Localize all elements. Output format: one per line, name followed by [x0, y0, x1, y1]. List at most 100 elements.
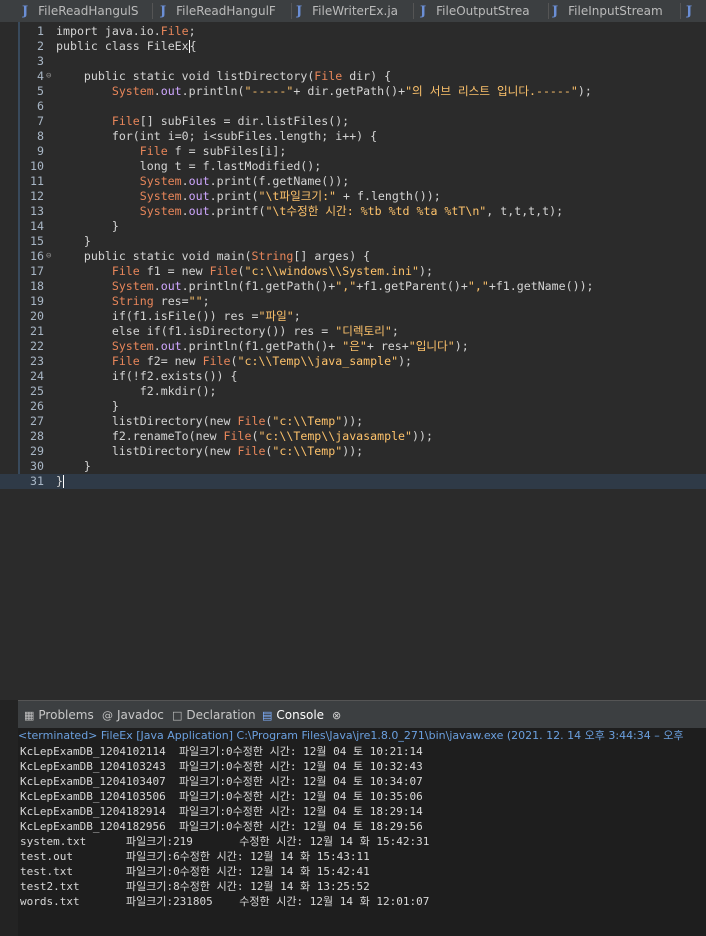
code-line: 8 for(int i=0; i<subFiles.length; i++) {	[0, 129, 706, 144]
code-line: 20 if(f1.isFile()) res ="파일";	[0, 309, 706, 324]
tab-console[interactable]: ▤ Console ⊗	[262, 707, 341, 723]
code-line: 28 f2.renameTo(new File("c:\\Temp\\javas…	[0, 429, 706, 444]
code-line: 26 }	[0, 399, 706, 414]
console-panel: ▦ Problems @ Javadoc □ Declaration ▤ Con…	[0, 700, 706, 936]
code-line: 13 System.out.printf("\t수정한 시간: %tb %td …	[0, 204, 706, 219]
tab-filereadhanguls[interactable]: J FileReadHangulS	[22, 0, 144, 22]
tab-label: Console	[276, 708, 325, 722]
console-icon: ▤	[262, 708, 273, 722]
console-line: KcLepExamDB_1204102114 파일크기:0수정한 시간: 12월…	[20, 745, 423, 758]
line-number: 27	[30, 414, 44, 428]
java-file-icon: J	[552, 3, 559, 19]
line-number: 23	[30, 354, 44, 368]
tab-javadoc[interactable]: @ Javadoc	[102, 707, 164, 723]
line-number: 31	[30, 474, 44, 488]
line-number: 26	[30, 399, 44, 413]
java-file-icon: J	[160, 3, 167, 19]
close-icon[interactable]: ⊗	[332, 709, 341, 722]
line-number: 15	[30, 234, 44, 248]
console-line: KcLepExamDB_1204103407 파일크기:0수정한 시간: 12월…	[20, 775, 423, 788]
code-text: String res="";	[111, 294, 210, 308]
console-line: KcLepExamDB_1204182956 파일크기:0수정한 시간: 12월…	[20, 820, 423, 833]
tab-fileoutputstream[interactable]: J FileOutputStrea	[420, 0, 546, 22]
code-line: 3	[0, 54, 706, 69]
java-file-icon: J	[420, 3, 427, 19]
view-tab-bar: ▦ Problems @ Javadoc □ Declaration ▤ Con…	[18, 700, 706, 729]
code-text: f2.renameTo(new File("c:\\Temp\\javasamp…	[56, 429, 433, 443]
tab-filereadhangulf[interactable]: J FileReadHangulF	[160, 0, 285, 22]
code-line: 29 listDirectory(new File("c:\\Temp"));	[0, 444, 706, 459]
problems-icon: ▦	[24, 708, 35, 722]
code-line: 25 f2.mkdir();	[0, 384, 706, 399]
line-number: 16	[30, 249, 44, 263]
line-number: 13	[30, 204, 44, 218]
line-number: 18	[30, 279, 44, 293]
code-line: 7 File[] subFiles = dir.listFiles();	[0, 114, 706, 129]
tab-problems[interactable]: ▦ Problems	[24, 707, 94, 723]
code-line: 31}	[0, 474, 706, 489]
java-file-icon: J	[22, 3, 29, 19]
line-number: 5	[37, 84, 44, 98]
code-line: 14 }	[0, 219, 706, 234]
java-file-icon: J	[296, 3, 303, 19]
code-line: 11 System.out.print(f.getName());	[0, 174, 706, 189]
code-editor[interactable]: 1 import java.io.File; 2 public class FileE…	[0, 22, 706, 700]
code-line: 18 System.out.println(f1.getPath()+","+f…	[0, 279, 706, 294]
console-line: test.out 파일크기:6수정한 시간: 12월 14 화 15:43:11	[20, 850, 370, 863]
code-line: 12 System.out.print("\t파일크기:" + f.length…	[0, 189, 706, 204]
code-text: public class FileEx{	[56, 39, 197, 53]
code-text: }	[56, 399, 119, 413]
line-number: 9	[37, 144, 44, 158]
code-text: if(!f2.exists()) {	[111, 369, 238, 383]
fold-toggle-icon[interactable]: ⊖	[46, 69, 51, 84]
code-line: 24 if(!f2.exists()) {	[0, 369, 706, 384]
fold-toggle-icon[interactable]: ⊖	[46, 249, 51, 264]
code-line: 17 File f1 = new File("c:\\windows\\Syst…	[0, 264, 706, 279]
code-line: 9 File f = subFiles[i];	[0, 144, 706, 159]
code-text: System.out.print(f.getName());	[139, 174, 350, 188]
code-text: File f1 = new File("c:\\windows\\System.…	[111, 264, 433, 278]
tab-label: FileReadHangulS	[38, 4, 139, 18]
code-text: System.out.println("-----"+ dir.getPath(…	[111, 84, 592, 98]
tab-label: Javadoc	[117, 708, 164, 722]
line-number: 25	[30, 384, 44, 398]
line-number: 1	[37, 24, 44, 38]
code-text: listDirectory(new File("c:\\Temp"));	[56, 444, 364, 458]
tab-filewriterex[interactable]: J FileWriterEx.ja	[296, 0, 414, 22]
line-number: 24	[30, 369, 44, 383]
tab-fileinputstream[interactable]: J FileInputStream	[552, 0, 678, 22]
tab-declaration[interactable]: □ Declaration	[172, 707, 256, 723]
line-number: 28	[30, 429, 44, 443]
code-line: 21 else if(f1.isDirectory()) res = "디렉토리…	[0, 324, 706, 339]
code-line: 30 }	[0, 459, 706, 474]
java-file-icon: J	[686, 3, 693, 19]
code-text: public static void main(String[] arges) …	[83, 249, 371, 263]
code-text: import java.io.File;	[56, 24, 196, 38]
tab-label: FileWriterEx.ja	[312, 4, 399, 18]
text-cursor	[62, 475, 64, 488]
code-line: 27 listDirectory(new File("c:\\Temp"));	[0, 414, 706, 429]
line-number: 20	[30, 309, 44, 323]
line-number: 14	[30, 219, 44, 233]
console-output[interactable]: KcLepExamDB_1204102114 파일크기:0수정한 시간: 12월…	[18, 743, 706, 936]
line-number: 7	[37, 114, 44, 128]
code-text: }	[56, 219, 119, 233]
tab-overflow[interactable]: J	[686, 0, 706, 22]
line-number: 12	[30, 189, 44, 203]
console-line: KcLepExamDB_1204103243 파일크기:0수정한 시간: 12월…	[20, 760, 423, 773]
line-number: 3	[37, 54, 44, 68]
console-line: KcLepExamDB_1204103506 파일크기:0수정한 시간: 12월…	[20, 790, 423, 803]
line-number: 10	[30, 159, 44, 173]
console-status: <terminated> FileEx [Java Application] C…	[18, 728, 706, 744]
code-line: 23 File f2= new File("c:\\Temp\\java_sam…	[0, 354, 706, 369]
line-number: 29	[30, 444, 44, 458]
code-text: f2.mkdir();	[56, 384, 217, 398]
code-text: File f = subFiles[i];	[139, 144, 287, 158]
code-text: public static void listDirectory(File di…	[83, 69, 392, 83]
code-text: System.out.printf("\t수정한 시간: %tb %td %ta…	[139, 204, 564, 218]
code-text: listDirectory(new File("c:\\Temp"));	[56, 414, 364, 428]
code-text: System.out.println(f1.getPath()+ "은"+ re…	[111, 339, 469, 353]
tab-label: FileReadHangulF	[176, 4, 276, 18]
code-line: 6	[0, 99, 706, 114]
code-text: }	[56, 459, 91, 473]
